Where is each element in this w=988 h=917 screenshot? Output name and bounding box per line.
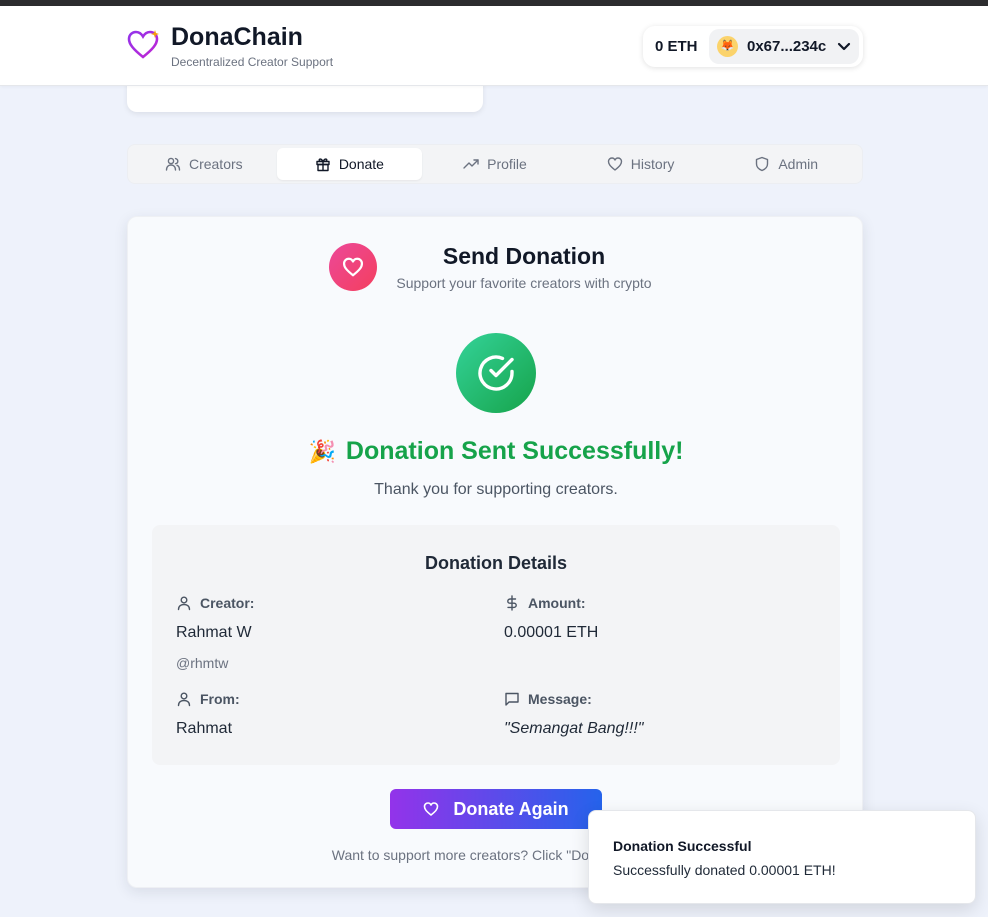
donation-card: Send Donation Support your favorite crea…: [127, 216, 863, 888]
brand-name: DonaChain: [171, 23, 303, 51]
tab-profile[interactable]: Profile: [422, 148, 568, 180]
success-title-text: Donation Sent Successfully!: [345, 437, 684, 465]
amount-label-text: Amount:: [528, 595, 586, 611]
from-label-text: From:: [200, 691, 240, 707]
card-title: Send Donation: [442, 243, 606, 269]
tab-admin[interactable]: Admin: [713, 148, 859, 180]
wallet-address: 0x67...234c: [747, 38, 827, 55]
from-label: From:: [176, 691, 240, 707]
creator-handle: @rhmtw: [176, 655, 229, 671]
tab-label: Creators: [188, 156, 243, 172]
party-popper-icon: 🎉: [308, 439, 336, 464]
check-circle-icon: [456, 333, 536, 413]
toast-title: Donation Successful: [613, 838, 752, 854]
card-subtitle: Support your favorite creators with cryp…: [396, 275, 652, 291]
heart-icon: [424, 802, 439, 816]
details-title: Donation Details: [424, 553, 567, 573]
user-icon: [177, 596, 191, 611]
app-header: DonaChain Decentralized Creator Support …: [0, 6, 988, 86]
dollar-icon: [507, 595, 517, 611]
message-label: Message:: [504, 691, 592, 707]
wallet-account-button[interactable]: 🦊 0x67...234c: [709, 29, 859, 64]
gift-icon: [316, 158, 330, 172]
tab-label: Admin: [778, 156, 819, 172]
account-avatar: 🦊: [717, 36, 738, 57]
chevron-down-icon: [837, 42, 851, 51]
heart-logo-icon: [127, 30, 159, 59]
brand-tagline: Decentralized Creator Support: [171, 55, 334, 69]
wallet-widget: 0 ETH 🦊 0x67...234c: [643, 26, 863, 67]
message-value: "Semangat Bang!!!": [504, 720, 644, 737]
trending-up-icon: [463, 159, 479, 169]
message-label-text: Message:: [528, 691, 592, 707]
shield-icon: [756, 156, 769, 172]
success-title: 🎉 Donation Sent Successfully!: [128, 437, 864, 466]
tab-label: History: [630, 156, 675, 172]
nav-tabs: Creators Donate Profile History Admin: [127, 144, 863, 184]
tab-donate[interactable]: Donate: [276, 148, 423, 180]
tab-history[interactable]: History: [568, 148, 714, 180]
user-icon: [177, 692, 191, 707]
eth-balance: 0 ETH: [655, 38, 698, 55]
users-icon: [165, 157, 181, 171]
amount-value: 0.00001 ETH: [504, 624, 599, 641]
creator-name: Rahmat W: [176, 624, 252, 641]
donate-again-label: Donate Again: [453, 798, 569, 819]
from-value: Rahmat: [176, 720, 233, 737]
success-message: Thank you for supporting creators.: [374, 481, 618, 498]
success-toast[interactable]: Donation Successful Successfully donated…: [588, 810, 976, 904]
creator-label-text: Creator:: [200, 595, 255, 611]
tab-label: Donate: [338, 156, 384, 172]
donation-details: Donation Details Creator: Rahmat W @rhmt…: [152, 525, 840, 765]
donate-again-button[interactable]: Donate Again: [390, 789, 602, 829]
tab-creators[interactable]: Creators: [131, 148, 277, 180]
tab-label: Profile: [487, 156, 527, 172]
toast-body: Successfully donated 0.00001 ETH!: [613, 862, 836, 878]
amount-label: Amount:: [504, 595, 586, 611]
heart-icon: [607, 157, 622, 171]
creator-label: Creator:: [176, 595, 254, 611]
message-icon: [505, 692, 519, 706]
